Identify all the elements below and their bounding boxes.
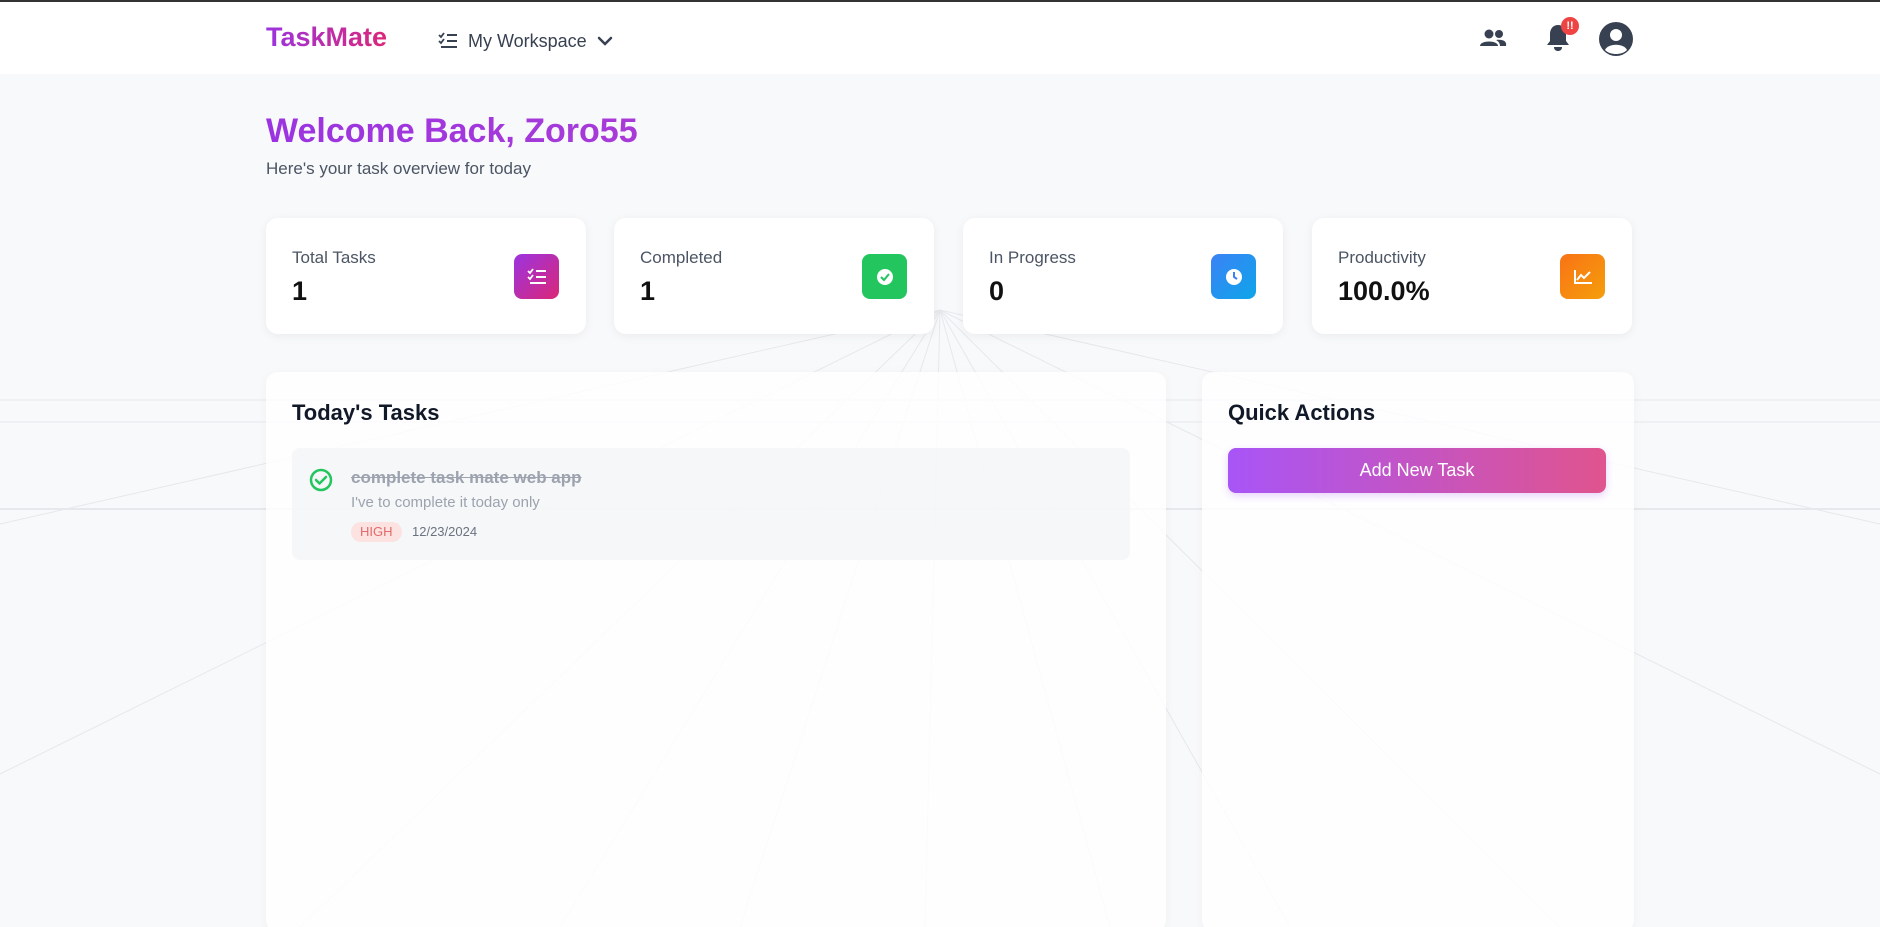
todays-tasks-panel: Today's Tasks complete task mate web app… <box>266 372 1166 927</box>
stat-value: 1 <box>640 276 656 306</box>
stat-value: 100.0% <box>1338 276 1430 306</box>
quick-actions-panel: Quick Actions Add New Task <box>1202 372 1634 927</box>
brand-logo[interactable]: TaskMate <box>266 22 387 53</box>
workspace-label: My Workspace <box>468 30 587 51</box>
panel-title: Today's Tasks <box>292 400 440 425</box>
stat-label: In Progress <box>989 248 1076 267</box>
main-content: Welcome Back, Zoro55 Here's your task ov… <box>0 0 1880 927</box>
panel-title: Quick Actions <box>1228 400 1376 425</box>
top-navbar: TaskMate My Workspace !! <box>0 2 1880 74</box>
list-check-icon <box>514 254 559 299</box>
check-circle-icon[interactable] <box>309 468 333 497</box>
page-title: Welcome Back, Zoro55 <box>266 112 638 150</box>
chart-line-icon <box>1560 254 1605 299</box>
stat-label: Total Tasks <box>292 248 376 267</box>
workspace-dropdown[interactable]: My Workspace <box>438 26 613 56</box>
users-icon[interactable] <box>1479 28 1507 55</box>
stat-value: 1 <box>292 276 308 306</box>
task-description: I've to complete it today only <box>351 494 540 511</box>
task-due-date: 12/23/2024 <box>412 524 478 539</box>
stat-card-productivity: Productivity 100.0% <box>1312 218 1632 334</box>
page-subtitle: Here's your task overview for today <box>266 159 531 178</box>
stat-label: Productivity <box>1338 248 1426 267</box>
stat-card-in-progress: In Progress 0 <box>963 218 1283 334</box>
clock-icon <box>1211 254 1256 299</box>
check-circle-icon <box>862 254 907 299</box>
notification-badge: !! <box>1561 17 1579 35</box>
task-item[interactable]: complete task mate web app I've to compl… <box>292 448 1130 560</box>
list-check-icon <box>438 32 458 50</box>
priority-badge: HIGH <box>351 522 402 542</box>
window-top-border <box>0 0 1880 2</box>
stat-label: Completed <box>640 248 723 267</box>
stat-value: 0 <box>989 276 1005 306</box>
task-title: complete task mate web app <box>351 468 582 487</box>
stat-card-total-tasks: Total Tasks 1 <box>266 218 586 334</box>
stat-card-completed: Completed 1 <box>614 218 934 334</box>
chevron-down-icon <box>597 35 613 47</box>
user-circle-icon[interactable] <box>1598 21 1634 62</box>
add-new-task-button[interactable]: Add New Task <box>1228 448 1606 493</box>
